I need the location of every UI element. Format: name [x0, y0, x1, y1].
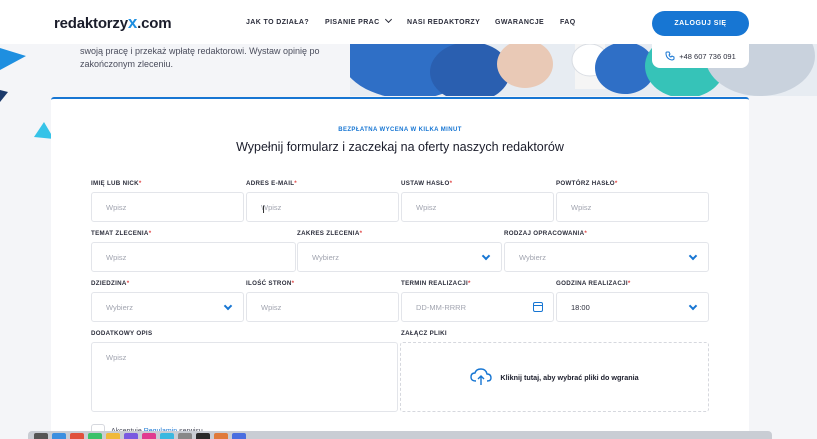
dropzone-text: Kliknij tutaj, aby wybrać pliki do wgran… — [500, 372, 639, 382]
dock-app-icon[interactable] — [34, 433, 48, 439]
field-select[interactable]: Wybierz — [91, 292, 244, 322]
dock-app-icon[interactable] — [124, 433, 138, 439]
label-attachments: ZAŁĄCZ PLIKI — [401, 330, 447, 337]
nav-editors[interactable]: NASI REDAKTORZY — [407, 19, 480, 26]
hour-select[interactable]: 18:00 — [556, 292, 709, 322]
label-password: USTAW HASŁO* — [401, 180, 453, 187]
form-title: Wypełnij formularz i zaczekaj na oferty … — [236, 140, 564, 154]
dock-app-icon[interactable] — [70, 433, 84, 439]
dock-app-icon[interactable] — [178, 433, 192, 439]
deadline-input[interactable]: DD-MM-RRRR — [401, 292, 554, 322]
nav-faq[interactable]: FAQ — [560, 19, 576, 26]
calendar-icon[interactable] — [533, 302, 543, 312]
dock-app-icon[interactable] — [52, 433, 66, 439]
cloud-upload-icon — [470, 368, 493, 385]
label-password-repeat: POWTÓRZ HASŁO* — [556, 180, 618, 187]
text-cursor-icon: I — [262, 204, 266, 216]
nav-guarantees[interactable]: GWARANCJE — [495, 19, 544, 26]
pages-input[interactable]: Wpisz — [246, 292, 399, 322]
quote-form-card: BEZPŁATNA WYCENA W KILKA MINUT Wypełnij … — [51, 97, 749, 439]
label-pages: ILOŚĆ STRON* — [246, 280, 295, 287]
label-field: DZIEDZINA* — [91, 280, 130, 287]
nav-how-it-works[interactable]: JAK TO DZIAŁA? — [246, 19, 309, 26]
chevron-down-icon — [223, 301, 233, 311]
system-dock — [28, 431, 772, 439]
dock-app-icon[interactable] — [196, 433, 210, 439]
topic-input[interactable]: Wpisz — [91, 242, 296, 272]
scope-select[interactable]: Wybierz — [297, 242, 502, 272]
label-scope: ZAKRES ZLECENIA* — [297, 230, 363, 237]
password-input[interactable]: Wpisz — [401, 192, 554, 222]
phone-number: +48 607 736 091 — [679, 51, 736, 61]
chevron-down-icon — [481, 251, 491, 261]
label-description: DODATKOWY OPIS — [91, 330, 153, 337]
file-upload-dropzone[interactable]: Kliknij tutaj, aby wybrać pliki do wgran… — [400, 342, 709, 412]
dock-app-icon[interactable] — [232, 433, 246, 439]
type-select[interactable]: Wybierz — [504, 242, 709, 272]
email-input[interactable]: Wpisz — [246, 192, 399, 222]
form-kicker: BEZPŁATNA WYCENA W KILKA MINUT — [338, 127, 462, 133]
label-email: ADRES E-MAIL* — [246, 180, 298, 187]
password-repeat-input[interactable]: Wpisz — [556, 192, 709, 222]
hero-description: swoją pracę i przekaż wpłatę redaktorowi… — [80, 46, 320, 69]
label-deadline: TERMIN REALIZACJI* — [401, 280, 471, 287]
label-hour: GODZINA REALIZACJI* — [556, 280, 631, 287]
chevron-down-icon — [688, 301, 698, 311]
login-button[interactable]: ZALOGUJ SIĘ — [652, 11, 749, 36]
dock-app-icon[interactable] — [214, 433, 228, 439]
decor-triangle-blue — [0, 48, 26, 70]
label-nick: IMIĘ LUB NICK* — [91, 180, 142, 187]
nav-writing[interactable]: PISANIE PRAC — [325, 15, 392, 26]
label-topic: TEMAT ZLECENIA* — [91, 230, 152, 237]
dock-app-icon[interactable] — [106, 433, 120, 439]
phone-contact[interactable]: +48 607 736 091 — [652, 44, 749, 68]
decor-triangle-dark — [0, 90, 8, 102]
dock-app-icon[interactable] — [88, 433, 102, 439]
site-logo[interactable]: redaktorzyx.com — [54, 13, 172, 33]
chevron-down-icon — [688, 251, 698, 261]
label-type: RODZAJ OPRACOWANIA* — [504, 230, 588, 237]
nick-input[interactable]: Wpisz — [91, 192, 244, 222]
site-header: redaktorzyx.com JAK TO DZIAŁA? PISANIE P… — [0, 0, 817, 44]
phone-icon — [665, 51, 675, 61]
dock-app-icon[interactable] — [160, 433, 174, 439]
description-textarea[interactable]: Wpisz — [91, 342, 398, 412]
dock-app-icon[interactable] — [142, 433, 156, 439]
chevron-down-icon — [384, 15, 392, 24]
